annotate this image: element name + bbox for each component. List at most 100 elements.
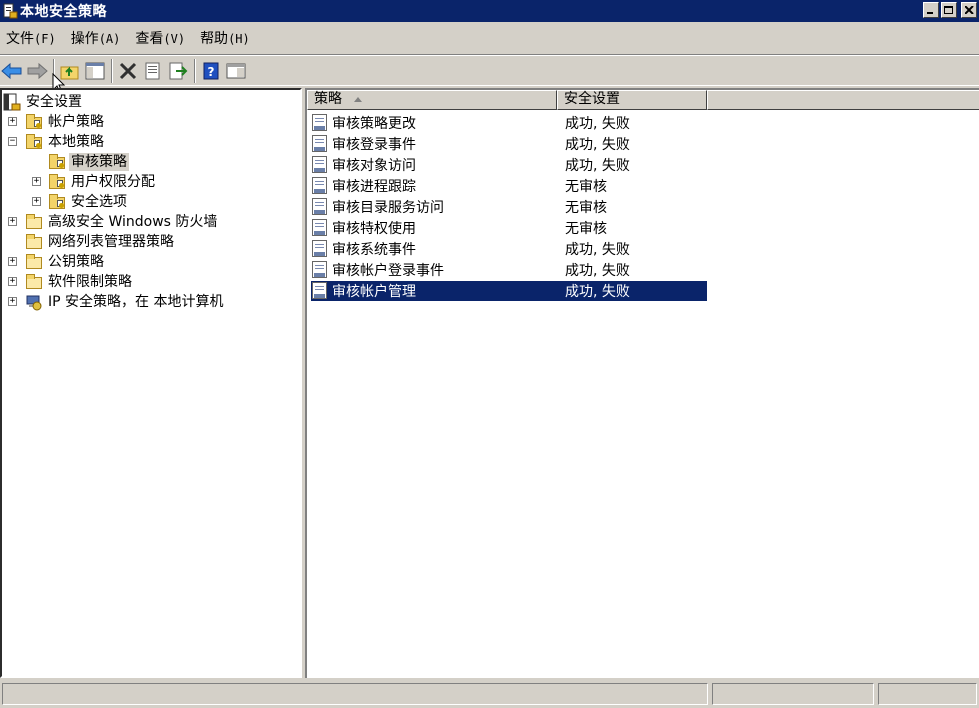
delete-icon: [119, 62, 137, 79]
policy-name: 审核目录服务访问: [332, 199, 444, 216]
policy-name: 审核对象访问: [332, 157, 416, 174]
security-settings-icon: [3, 93, 21, 111]
tree-item-network-list-manager[interactable]: 网络列表管理器策略: [25, 232, 176, 252]
policy-cell: 审核目录服务访问: [311, 197, 561, 217]
security-setting-cell: 无审核: [561, 218, 707, 238]
column-header-empty[interactable]: [707, 90, 979, 110]
policy-row[interactable]: 审核帐户管理 成功, 失败: [311, 280, 707, 301]
toolbar: ?: [0, 54, 979, 94]
title-bar[interactable]: 本地安全策略: [0, 0, 979, 22]
security-setting-value: 无审核: [565, 178, 607, 195]
console-view-button[interactable]: [224, 59, 248, 83]
policy-name: 审核系统事件: [332, 241, 416, 258]
security-policy-app-icon: [2, 3, 18, 19]
back-button[interactable]: [0, 59, 24, 83]
collapse-local-policy[interactable]: −: [8, 137, 17, 146]
column-header-security-setting[interactable]: 安全设置: [557, 90, 707, 110]
expand-security-options[interactable]: +: [32, 197, 41, 206]
delete-button[interactable]: [116, 59, 140, 83]
policy-row[interactable]: 审核进程跟踪 无审核: [311, 175, 707, 196]
security-setting-value: 无审核: [565, 199, 607, 216]
export-list-button[interactable]: [166, 59, 190, 83]
security-setting-cell: 成功, 失败: [561, 280, 707, 301]
security-setting-value: 成功, 失败: [565, 115, 630, 132]
window-title: 本地安全策略: [20, 4, 107, 20]
expand-software-restriction[interactable]: +: [8, 277, 17, 286]
policy-row[interactable]: 审核系统事件 成功, 失败: [311, 238, 707, 259]
maximize-button[interactable]: [941, 2, 957, 18]
policy-row[interactable]: 审核登录事件 成功, 失败: [311, 133, 707, 154]
policy-row[interactable]: 审核帐户登录事件 成功, 失败: [311, 259, 707, 280]
export-list-icon: [169, 62, 188, 79]
policy-cell: 审核特权使用: [311, 218, 561, 238]
tree-item-audit-policy[interactable]: 审核策略: [48, 152, 129, 172]
menu-help[interactable]: 帮助(H): [194, 28, 259, 48]
security-setting-value: 无审核: [565, 220, 607, 237]
tree-item-advanced-firewall[interactable]: 高级安全 Windows 防火墙: [25, 212, 219, 232]
tree-pane[interactable]: 安全设置 + 帐户策略 − 本地策略 审核策略 + 用户权限分配 + 安全选项 …: [0, 88, 302, 678]
menu-action[interactable]: 操作(A): [65, 28, 130, 48]
menu-view[interactable]: 查看(V): [129, 28, 194, 48]
folder-icon: [25, 233, 43, 251]
toolbar-separator: [194, 58, 196, 83]
policy-item-icon: [311, 176, 329, 195]
properties-button[interactable]: [141, 59, 165, 83]
menu-file[interactable]: 文件(F): [0, 28, 65, 48]
security-setting-cell: 成功, 失败: [561, 134, 707, 154]
tree-item-ip-security-policy[interactable]: IP 安全策略，在 本地计算机: [25, 292, 225, 312]
status-bar: [0, 680, 979, 708]
tree-item-software-restriction[interactable]: 软件限制策略: [25, 272, 134, 292]
console-view-icon: [226, 63, 246, 78]
policy-folder-icon: [25, 113, 43, 131]
policy-row[interactable]: 审核策略更改 成功, 失败: [311, 112, 707, 133]
policy-item-icon: [311, 113, 329, 132]
expand-public-key[interactable]: +: [8, 257, 17, 266]
column-header-policy[interactable]: 策略: [307, 90, 557, 110]
policy-row[interactable]: 审核对象访问 成功, 失败: [311, 154, 707, 175]
show-hide-tree-button[interactable]: [83, 59, 107, 83]
policy-folder-icon: [48, 193, 66, 211]
help-button[interactable]: ?: [199, 59, 223, 83]
tree-item-public-key-policy[interactable]: 公钥策略: [25, 252, 106, 272]
policy-row[interactable]: 审核特权使用 无审核: [311, 217, 707, 238]
back-icon: [1, 62, 22, 79]
tree-root[interactable]: 安全设置: [3, 92, 84, 112]
list-header: 策略 安全设置: [307, 90, 979, 110]
expand-account-policy[interactable]: +: [8, 117, 17, 126]
tree-item-user-rights-assignment[interactable]: 用户权限分配: [48, 172, 157, 192]
policy-folder-icon: [48, 153, 66, 171]
policy-name: 审核登录事件: [332, 136, 416, 153]
svg-text:?: ?: [208, 65, 215, 79]
policy-name: 审核特权使用: [332, 220, 416, 237]
expand-firewall[interactable]: +: [8, 217, 17, 226]
security-setting-cell: 成功, 失败: [561, 113, 707, 133]
policy-cell: 审核登录事件: [311, 134, 561, 154]
forward-button[interactable]: [25, 59, 49, 83]
help-icon: ?: [203, 62, 219, 79]
tree-item-local-policy[interactable]: 本地策略: [25, 132, 106, 152]
minimize-button[interactable]: [923, 2, 939, 18]
tree-item-security-options[interactable]: 安全选项: [48, 192, 129, 212]
policy-item-icon: [311, 197, 329, 216]
expand-user-rights[interactable]: +: [32, 177, 41, 186]
policy-item-icon: [311, 239, 329, 258]
sort-ascending-icon: [354, 97, 362, 102]
toolbar-separator: [111, 58, 113, 83]
policy-cell: 审核对象访问: [311, 155, 561, 175]
properties-icon: [145, 62, 160, 79]
policy-item-icon: [311, 281, 329, 300]
security-setting-cell: 成功, 失败: [561, 260, 707, 280]
security-setting-cell: 成功, 失败: [561, 155, 707, 175]
security-setting-cell: 无审核: [561, 197, 707, 217]
status-cell-2: [712, 683, 874, 705]
expand-ip-security[interactable]: +: [8, 297, 17, 306]
policy-row[interactable]: 审核目录服务访问 无审核: [311, 196, 707, 217]
security-setting-value: 成功, 失败: [565, 283, 630, 300]
policy-item-icon: [311, 218, 329, 237]
policy-list-pane[interactable]: 策略 安全设置 审核策略更改 成功, 失败 审核登录事件 成功, 失败 审核对象访问 成功…: [305, 88, 979, 678]
policy-cell: 审核帐户管理: [311, 280, 561, 301]
policy-cell: 审核策略更改: [311, 113, 561, 133]
close-button[interactable]: [961, 2, 977, 18]
policy-folder-icon: [48, 173, 66, 191]
tree-item-account-policy[interactable]: 帐户策略: [25, 112, 106, 132]
